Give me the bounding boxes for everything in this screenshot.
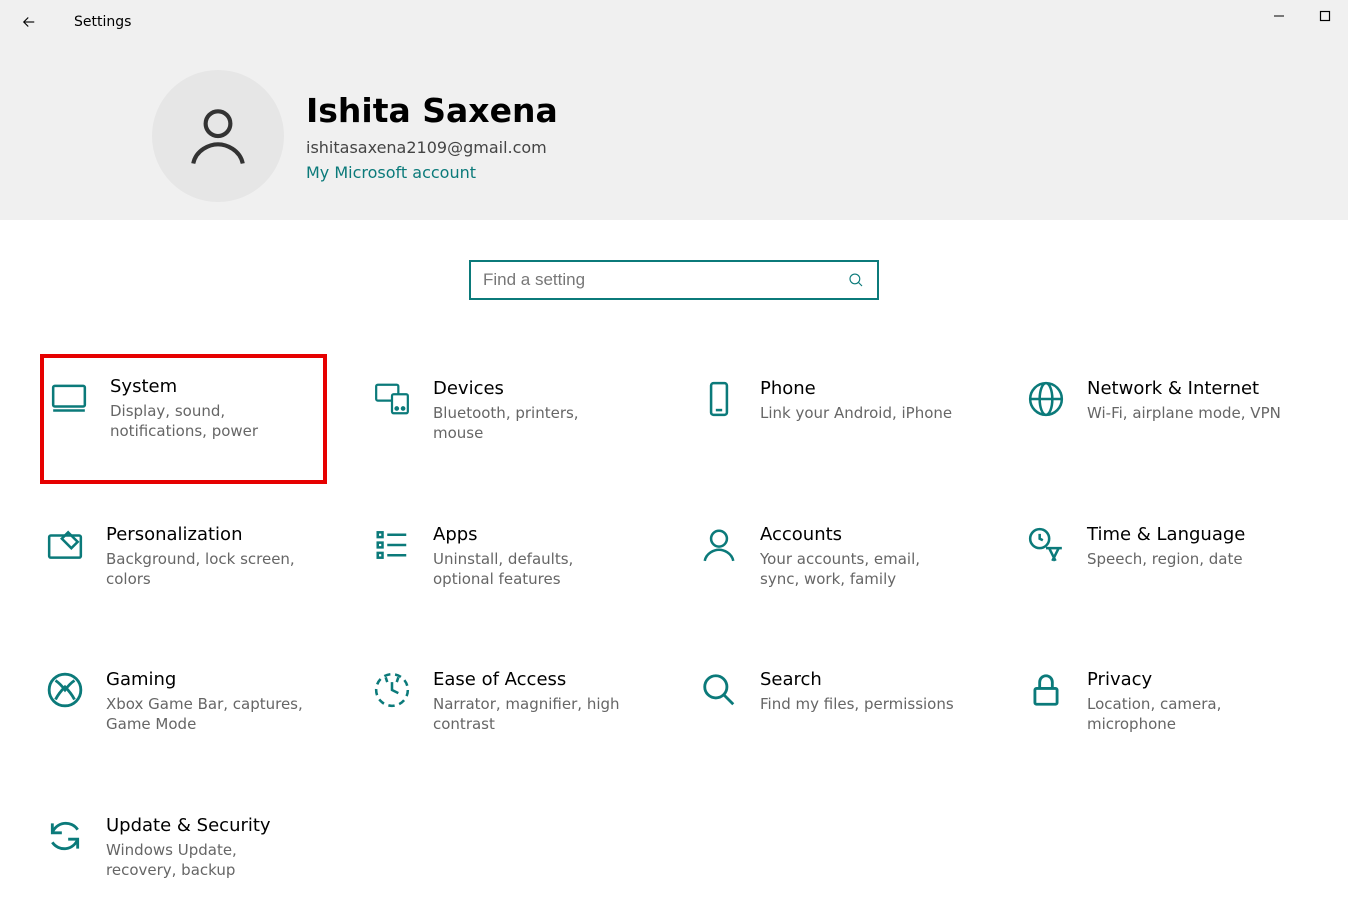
tile-personalization[interactable]: Personalization Background, lock screen,… [40, 518, 327, 596]
xbox-icon [44, 669, 86, 711]
tile-accounts[interactable]: Accounts Your accounts, email, sync, wor… [694, 518, 981, 596]
tile-desc: Narrator, magnifier, high contrast [433, 694, 633, 735]
tile-search[interactable]: Search Find my files, permissions [694, 663, 981, 741]
maximize-button[interactable] [1302, 0, 1348, 32]
tile-desc: Wi-Fi, airplane mode, VPN [1087, 403, 1281, 423]
tile-desc: Speech, region, date [1087, 549, 1245, 569]
search-icon[interactable] [847, 271, 865, 289]
user-icon [185, 101, 251, 171]
tile-desc: Display, sound, notifications, power [110, 401, 310, 442]
display-icon [48, 376, 90, 418]
tile-title: Phone [760, 378, 952, 399]
tile-gaming[interactable]: Gaming Xbox Game Bar, captures, Game Mod… [40, 663, 327, 741]
tile-desc: Link your Android, iPhone [760, 403, 952, 423]
ease-of-access-icon [371, 669, 413, 711]
window-title: Settings [74, 14, 131, 30]
tile-time[interactable]: Time & Language Speech, region, date [1021, 518, 1308, 596]
tile-desc: Location, camera, microphone [1087, 694, 1287, 735]
body: System Display, sound, notifications, po… [0, 220, 1348, 886]
search-box[interactable] [469, 260, 879, 300]
minimize-button[interactable] [1256, 0, 1302, 32]
tile-phone[interactable]: Phone Link your Android, iPhone [694, 372, 981, 450]
tile-title: Gaming [106, 669, 306, 690]
lock-icon [1025, 669, 1067, 711]
globe-icon [1025, 378, 1067, 420]
tile-desc: Your accounts, email, sync, work, family [760, 549, 960, 590]
tile-devices[interactable]: Devices Bluetooth, printers, mouse [367, 372, 654, 450]
tile-apps[interactable]: Apps Uninstall, defaults, optional featu… [367, 518, 654, 596]
devices-icon [371, 378, 413, 420]
settings-grid: System Display, sound, notifications, po… [0, 372, 1348, 886]
tile-ease[interactable]: Ease of Access Narrator, magnifier, high… [367, 663, 654, 741]
account-name: Ishita Saxena [306, 91, 558, 130]
back-button[interactable] [8, 1, 50, 43]
tile-title: Privacy [1087, 669, 1287, 690]
tile-update[interactable]: Update & Security Windows Update, recove… [40, 809, 327, 887]
tile-title: Update & Security [106, 815, 306, 836]
avatar[interactable] [152, 70, 284, 202]
header: Settings Ishita Saxena ishitasaxena2109@… [0, 0, 1348, 220]
account-text: Ishita Saxena ishitasaxena2109@gmail.com… [306, 91, 558, 182]
apps-icon [371, 524, 413, 566]
time-language-icon [1025, 524, 1067, 566]
tile-title: Accounts [760, 524, 960, 545]
search-row [0, 260, 1348, 300]
tile-desc: Find my files, permissions [760, 694, 954, 714]
person-icon [698, 524, 740, 566]
tile-desc: Uninstall, defaults, optional features [433, 549, 633, 590]
paint-icon [44, 524, 86, 566]
tile-title: System [110, 376, 310, 397]
microsoft-account-link[interactable]: My Microsoft account [306, 163, 558, 182]
tile-desc: Bluetooth, printers, mouse [433, 403, 633, 444]
minimize-icon [1273, 10, 1285, 22]
window-controls [1256, 0, 1348, 32]
tile-privacy[interactable]: Privacy Location, camera, microphone [1021, 663, 1308, 741]
update-icon [44, 815, 86, 857]
arrow-left-icon [20, 13, 38, 31]
phone-icon [698, 378, 740, 420]
account-email: ishitasaxena2109@gmail.com [306, 138, 558, 157]
tile-network[interactable]: Network & Internet Wi-Fi, airplane mode,… [1021, 372, 1308, 450]
search-input[interactable] [483, 270, 847, 290]
tile-title: Network & Internet [1087, 378, 1281, 399]
tile-title: Time & Language [1087, 524, 1245, 545]
tile-title: Devices [433, 378, 633, 399]
tile-title: Search [760, 669, 954, 690]
maximize-icon [1319, 10, 1331, 22]
tile-desc: Xbox Game Bar, captures, Game Mode [106, 694, 306, 735]
tile-title: Ease of Access [433, 669, 633, 690]
tile-system[interactable]: System Display, sound, notifications, po… [40, 354, 327, 484]
tile-title: Apps [433, 524, 633, 545]
magnifier-icon [698, 669, 740, 711]
tile-title: Personalization [106, 524, 306, 545]
tile-desc: Background, lock screen, colors [106, 549, 306, 590]
account-section: Ishita Saxena ishitasaxena2109@gmail.com… [0, 44, 1348, 202]
title-bar: Settings [0, 0, 1348, 44]
tile-desc: Windows Update, recovery, backup [106, 840, 306, 881]
